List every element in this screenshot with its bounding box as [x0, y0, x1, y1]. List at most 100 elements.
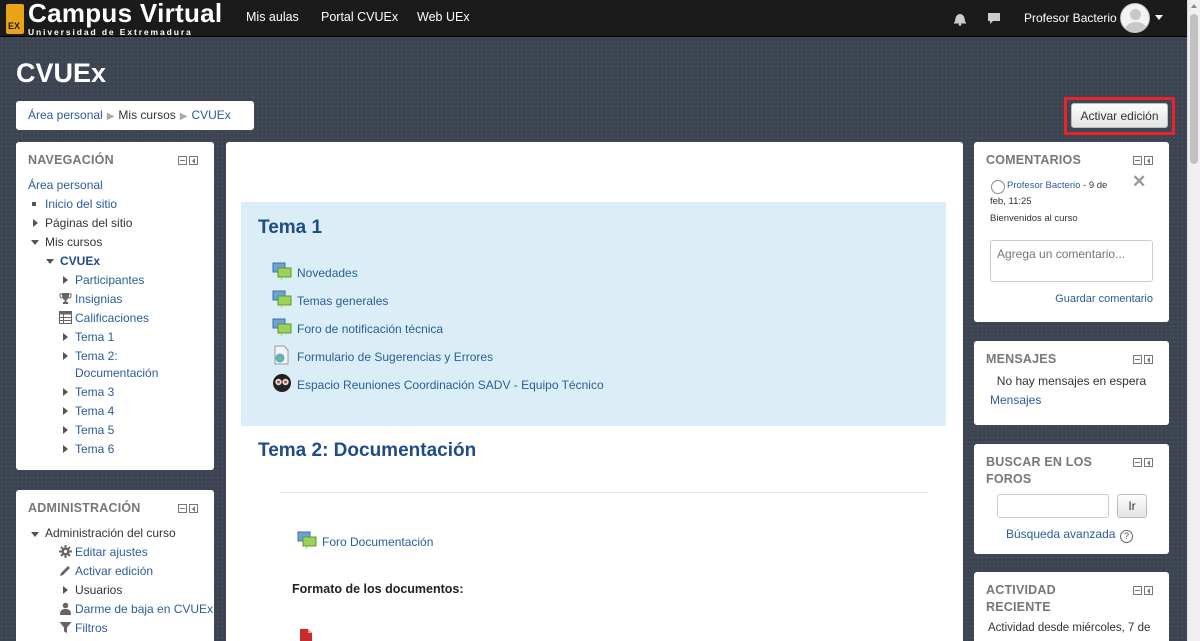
collapse-icon[interactable] [178, 504, 187, 513]
nav-item-cvuex[interactable]: CVUEx [60, 253, 100, 269]
collapse-icon[interactable] [1133, 586, 1142, 595]
nav-item-tema-2[interactable]: Tema 2: Documentación [75, 348, 175, 382]
collapse-icon[interactable] [178, 156, 187, 165]
activity-label[interactable]: Espacio Reuniones Coordinación SADV - Eq… [297, 377, 604, 393]
forum-search-input[interactable] [997, 494, 1109, 518]
messages-icon[interactable] [986, 10, 1002, 26]
nav-link-web-uex[interactable]: Web UEx [417, 10, 470, 24]
comments-block: COMENTARIOS Profesor Bacterio - 9 de feb… [974, 142, 1169, 322]
notifications-icon[interactable] [952, 10, 968, 26]
course-content: Tema 1 Novedades Temas generales Foro de… [226, 142, 963, 641]
expand-arrow-icon[interactable] [63, 586, 68, 594]
admin-item-filtros[interactable]: Filtros [75, 620, 108, 636]
scrollbar-thumb[interactable] [1190, 14, 1198, 164]
site-logo[interactable]: EX Campus Virtual Universidad de Extrema… [6, 0, 231, 37]
user-avatar[interactable] [1120, 3, 1150, 33]
nav-item-tema-5[interactable]: Tema 5 [75, 422, 114, 438]
breadcrumb-separator-icon: ▶ [106, 111, 115, 122]
expand-arrow-icon[interactable] [33, 219, 38, 227]
filter-icon [59, 622, 72, 633]
trophy-icon [59, 293, 72, 304]
activity-label[interactable]: Foro Documentación [322, 534, 433, 550]
turn-editing-on-button[interactable]: Activar edición [1071, 103, 1168, 128]
logo-title: Campus Virtual [28, 0, 223, 28]
delete-comment-icon[interactable]: ✕ [1132, 172, 1146, 192]
comment-author-link[interactable]: Profesor Bacterio [1007, 180, 1080, 191]
comment-date: - 9 de [1080, 180, 1108, 191]
collapse-icon[interactable] [1133, 458, 1142, 467]
advanced-search-link[interactable]: Búsqueda avanzada [1006, 527, 1115, 541]
nav-link-portal-cvuex[interactable]: Portal CVUEx [321, 10, 398, 24]
dock-icon[interactable] [189, 156, 198, 165]
help-icon[interactable]: ? [1120, 530, 1133, 543]
block-title-line2: RECIENTE [986, 600, 1051, 614]
breadcrumb-item-area-personal[interactable]: Área personal [28, 108, 103, 122]
save-comment-link[interactable]: Guardar comentario [1055, 293, 1153, 305]
user-menu-caret-icon[interactable] [1155, 15, 1163, 20]
admin-item-usuarios[interactable]: Usuarios [75, 582, 122, 598]
activity-label[interactable]: Formulario de Sugerencias y Errores [297, 349, 493, 365]
admin-item-editar-ajustes[interactable]: Editar ajustes [75, 544, 148, 560]
expand-arrow-icon[interactable] [63, 388, 68, 396]
page-title: CVUEx [16, 58, 107, 88]
nav-item-insignias[interactable]: Insignias [75, 291, 122, 307]
collapse-arrow-icon[interactable] [31, 240, 39, 245]
forum-search-go-button[interactable]: Ir [1117, 494, 1147, 518]
nav-item-paginas-del-sitio[interactable]: Páginas del sitio [45, 215, 132, 231]
activity-label[interactable]: Novedades [297, 265, 358, 281]
collapse-icon[interactable] [1133, 355, 1142, 364]
expand-arrow-icon[interactable] [63, 276, 68, 284]
dock-icon[interactable] [1144, 156, 1153, 165]
dock-icon[interactable] [189, 504, 198, 513]
administration-block: ADMINISTRACIÓN Administración del curso … [16, 490, 214, 641]
nav-item-calificaciones[interactable]: Calificaciones [75, 310, 149, 326]
section-title-tema-2[interactable]: Tema 2: Documentación [258, 440, 476, 462]
nav-item-participantes[interactable]: Participantes [75, 272, 144, 288]
nav-link-mis-aulas[interactable]: Mis aulas [246, 10, 299, 24]
section-title-tema-1[interactable]: Tema 1 [258, 217, 322, 239]
videoconference-icon [273, 374, 291, 392]
nav-item-tema-4[interactable]: Tema 4 [75, 403, 114, 419]
logo-subtitle: Universidad de Extremadura [28, 27, 193, 37]
nav-item-tema-6[interactable]: Tema 6 [75, 441, 114, 457]
collapse-icon[interactable] [1133, 156, 1142, 165]
bullet-icon [32, 202, 36, 206]
collapse-arrow-icon[interactable] [31, 532, 39, 537]
comment-input[interactable] [990, 240, 1153, 282]
nav-item-mis-cursos[interactable]: Mis cursos [45, 234, 102, 250]
expand-arrow-icon[interactable] [63, 445, 68, 453]
breadcrumb: Área personal ▶ Mis cursos ▶ CVUEx [16, 101, 254, 130]
expand-arrow-icon[interactable] [63, 352, 68, 360]
scroll-up-icon[interactable] [1191, 4, 1197, 8]
forum-search-block: BUSCAR EN LOS FOROS Ir Búsqueda avanzada… [974, 444, 1169, 554]
block-controls [178, 504, 200, 514]
dock-icon[interactable] [1144, 586, 1153, 595]
comment-text: Bienvenidos al curso [990, 213, 1078, 224]
nav-item-area-personal[interactable]: Área personal [28, 177, 103, 193]
expand-arrow-icon[interactable] [63, 426, 68, 434]
section-divider [280, 492, 928, 493]
breadcrumb-item-mis-cursos[interactable]: Mis cursos [118, 108, 175, 122]
pdf-file-icon[interactable] [298, 628, 314, 641]
collapse-arrow-icon[interactable] [46, 259, 54, 264]
nav-item-inicio-del-sitio[interactable]: Inicio del sitio [45, 196, 117, 212]
dock-icon[interactable] [1144, 458, 1153, 467]
expand-arrow-icon[interactable] [63, 333, 68, 341]
nav-item-tema-1[interactable]: Tema 1 [75, 329, 114, 345]
block-title-line2: FOROS [986, 472, 1032, 486]
nav-item-tema-3[interactable]: Tema 3 [75, 384, 114, 400]
activity-label[interactable]: Temas generales [297, 293, 388, 309]
comment-meta: Profesor Bacterio - 9 de [1007, 180, 1107, 191]
breadcrumb-item-cvuex[interactable]: CVUEx [191, 108, 230, 122]
feedback-icon [274, 345, 289, 365]
dock-icon[interactable] [1144, 355, 1153, 364]
user-menu-name[interactable]: Profesor Bacterio [1024, 11, 1117, 25]
activity-label[interactable]: Foro de notificación técnica [297, 321, 443, 337]
admin-item-administracion-del-curso[interactable]: Administración del curso [45, 525, 176, 541]
expand-arrow-icon[interactable] [63, 407, 68, 415]
admin-item-activar-edicion[interactable]: Activar edición [75, 563, 153, 579]
page-scrollbar[interactable] [1187, 0, 1200, 641]
messages-link[interactable]: Mensajes [990, 393, 1041, 407]
block-title: ADMINISTRACIÓN [28, 501, 141, 515]
admin-item-darme-de-baja[interactable]: Darme de baja en CVUEx [75, 601, 213, 617]
